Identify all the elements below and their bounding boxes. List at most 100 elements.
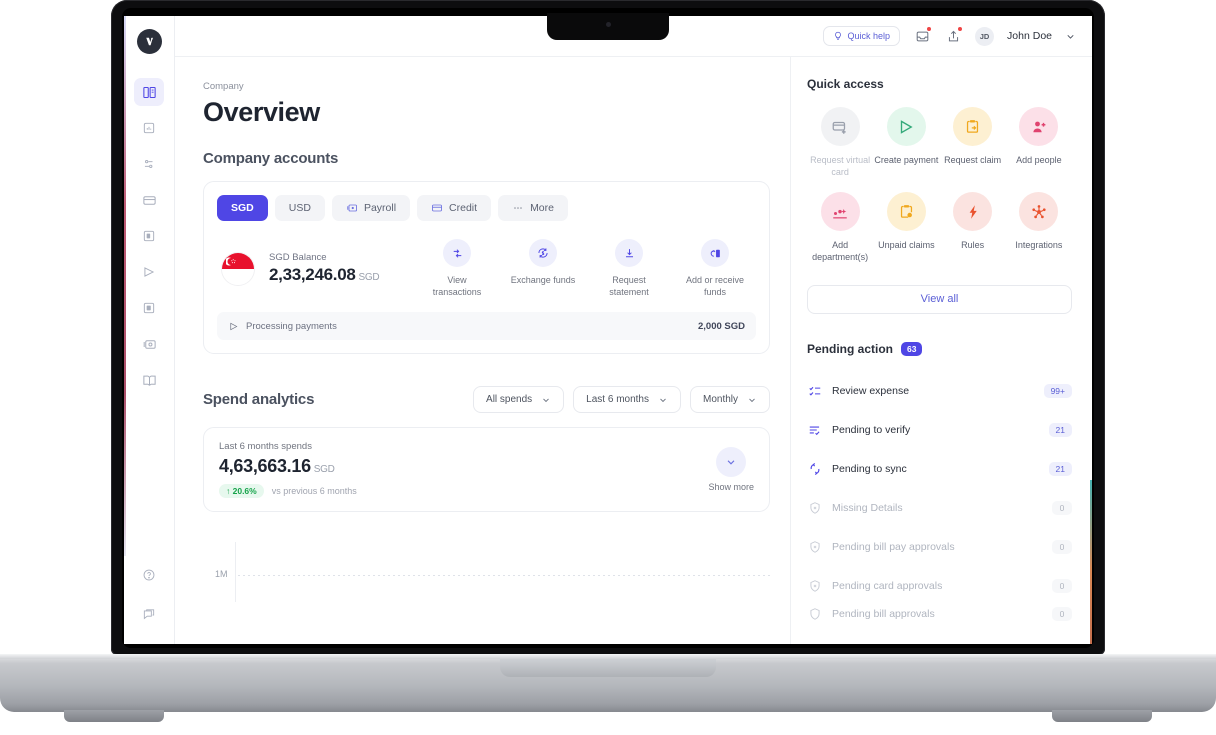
filter-granularity[interactable]: Monthly (689, 386, 770, 414)
processing-payments-row[interactable]: Processing payments 2,000 SGD (217, 312, 756, 341)
pending-row-label: Pending card approvals (832, 580, 943, 593)
sidebar-item-overview[interactable] (134, 78, 164, 106)
spend-filters: All spends Last 6 months Monthly (473, 386, 770, 414)
quick-access-unpaid-claims[interactable]: Unpaid claims (873, 192, 939, 263)
checklist-icon (807, 384, 822, 398)
processing-payments-value: 2,000 SGD (698, 320, 745, 332)
sidebar-item-accounting[interactable] (134, 366, 164, 394)
main-content: Company Overview Company accounts SGD US… (175, 57, 790, 644)
pending-row-pending-to-sync[interactable]: Pending to sync 21 (807, 450, 1072, 489)
pending-row-badge: 0 (1052, 606, 1072, 621)
tab-payroll[interactable]: Payroll (331, 195, 411, 221)
laptop-foot-left (64, 710, 164, 722)
app-logo[interactable] (136, 29, 162, 54)
spend-summary-amount: 4,63,663.16 SGD (219, 456, 357, 477)
quick-access-rules[interactable]: Rules (940, 192, 1006, 263)
sidebar-item-approvals[interactable] (134, 150, 164, 178)
tab-usd[interactable]: USD (274, 195, 325, 221)
user-name[interactable]: John Doe (1007, 30, 1052, 42)
quick-access-add-people[interactable]: Add people (1006, 107, 1072, 178)
chat-icon[interactable] (134, 608, 164, 636)
quick-access-create-payment[interactable]: Create payment (873, 107, 939, 178)
list-check-icon (807, 423, 822, 437)
avatar[interactable]: JD (975, 26, 995, 46)
pending-row-pending-to-verify[interactable]: Pending to verify 21 (807, 411, 1072, 450)
chart-ytick-1m: 1M (215, 569, 228, 580)
pending-row-label: Missing Details (832, 502, 903, 515)
help-circle-icon[interactable] (134, 568, 164, 596)
sidebar-item-payroll[interactable] (134, 330, 164, 358)
action-request-statement[interactable]: Request statement (596, 239, 662, 298)
pending-action-header: Pending action 63 (807, 341, 1072, 356)
clipboard-clock-icon (886, 192, 926, 232)
filter-spend-type-label: All spends (486, 394, 533, 406)
action-view-transactions-label: View transactions (432, 275, 482, 298)
sidebar-item-expenses[interactable] (134, 222, 164, 250)
balance-label: SGD Balance (269, 252, 327, 264)
bolt-icon (953, 192, 993, 232)
pending-row-label: Pending bill approvals (832, 607, 935, 620)
company-accounts-card: SGD USD Payroll Credit More SGD Balance … (203, 181, 770, 355)
processing-payments-label: Processing payments (246, 320, 337, 332)
spend-currency: SGD (313, 464, 335, 476)
filter-spend-type[interactable]: All spends (473, 386, 565, 414)
inbox-icon[interactable] (913, 26, 933, 45)
pending-row-bill-approvals[interactable]: Pending bill approvals 0 (807, 606, 1072, 622)
quick-access-integrations[interactable]: Integrations (1006, 192, 1072, 263)
share-icon[interactable] (944, 26, 964, 45)
spend-amount-value: 4,63,663.16 (219, 456, 311, 477)
action-exchange-funds[interactable]: Exchange funds (510, 239, 576, 298)
tab-sgd[interactable]: SGD (217, 195, 268, 221)
chevron-down-icon[interactable] (1065, 31, 1076, 42)
singapore-flag-icon (221, 251, 255, 286)
pending-row-missing-details[interactable]: Missing Details 0 (807, 489, 1072, 528)
pending-row-bill-pay-approvals[interactable]: Pending bill pay approvals 0 (807, 528, 1072, 567)
center-column: Quick help JD John Doe Company Overview … (175, 16, 1092, 644)
tab-more-label: More (530, 202, 554, 214)
payroll-icon (346, 202, 358, 214)
sidebar-item-payments[interactable] (134, 258, 164, 286)
filter-granularity-label: Monthly (702, 394, 738, 406)
screen-edge-bleed-right (1090, 480, 1092, 644)
tab-usd-label: USD (288, 202, 311, 214)
laptop-foot-right (1052, 710, 1152, 722)
tab-sgd-label: SGD (231, 202, 254, 214)
right-panel: Quick access Request virtual card Create… (790, 57, 1092, 644)
pending-row-card-approvals[interactable]: Pending card approvals 0 (807, 567, 1072, 606)
add-funds-icon (701, 239, 729, 267)
show-more-button[interactable]: Show more (708, 447, 754, 492)
action-add-receive-funds-label: Add or receive funds (685, 275, 745, 298)
chart-gridline (238, 575, 770, 577)
quick-access-label: Add department(s) (812, 240, 869, 263)
quick-access-request-virtual-card[interactable]: Request virtual card (807, 107, 873, 178)
action-view-transactions[interactable]: View transactions (424, 239, 490, 298)
send-icon (230, 322, 238, 331)
sidebar-item-bills[interactable] (134, 294, 164, 322)
quick-help-label: Quick help (847, 31, 891, 41)
balance-amount-value: 2,33,246.08 (269, 265, 356, 285)
pending-row-badge: 0 (1052, 540, 1072, 555)
pending-row-badge: 0 (1052, 579, 1072, 594)
page-title: Overview (203, 97, 320, 127)
integrations-icon (1019, 192, 1059, 232)
filter-date-range[interactable]: Last 6 months (573, 386, 681, 414)
sidebar-item-cards[interactable] (134, 186, 164, 214)
tab-more[interactable]: More (498, 195, 568, 221)
action-add-receive-funds[interactable]: Add or receive funds (682, 239, 748, 298)
quick-access-label: Rules (961, 240, 985, 251)
tab-payroll-label: Payroll (363, 202, 397, 214)
quick-access-add-department[interactable]: Add department(s) (807, 192, 873, 263)
pending-row-badge: 21 (1048, 423, 1072, 438)
show-more-label: Show more (708, 482, 754, 493)
screen-edge-bleed-left (124, 16, 126, 556)
quick-access-title: Quick access (807, 77, 884, 91)
sidebar-item-analytics[interactable] (134, 114, 164, 142)
quick-access-label: Add people (1016, 155, 1062, 165)
pending-row-review-expense[interactable]: Review expense 99+ (807, 372, 1072, 411)
tab-credit[interactable]: Credit (417, 195, 492, 221)
quick-help-button[interactable]: Quick help (822, 26, 901, 46)
quick-access-request-claim[interactable]: Request claim (940, 107, 1006, 178)
chevron-down-icon (749, 398, 755, 402)
pending-row-badge: 0 (1052, 501, 1072, 516)
view-all-button[interactable]: View all (807, 284, 1072, 314)
